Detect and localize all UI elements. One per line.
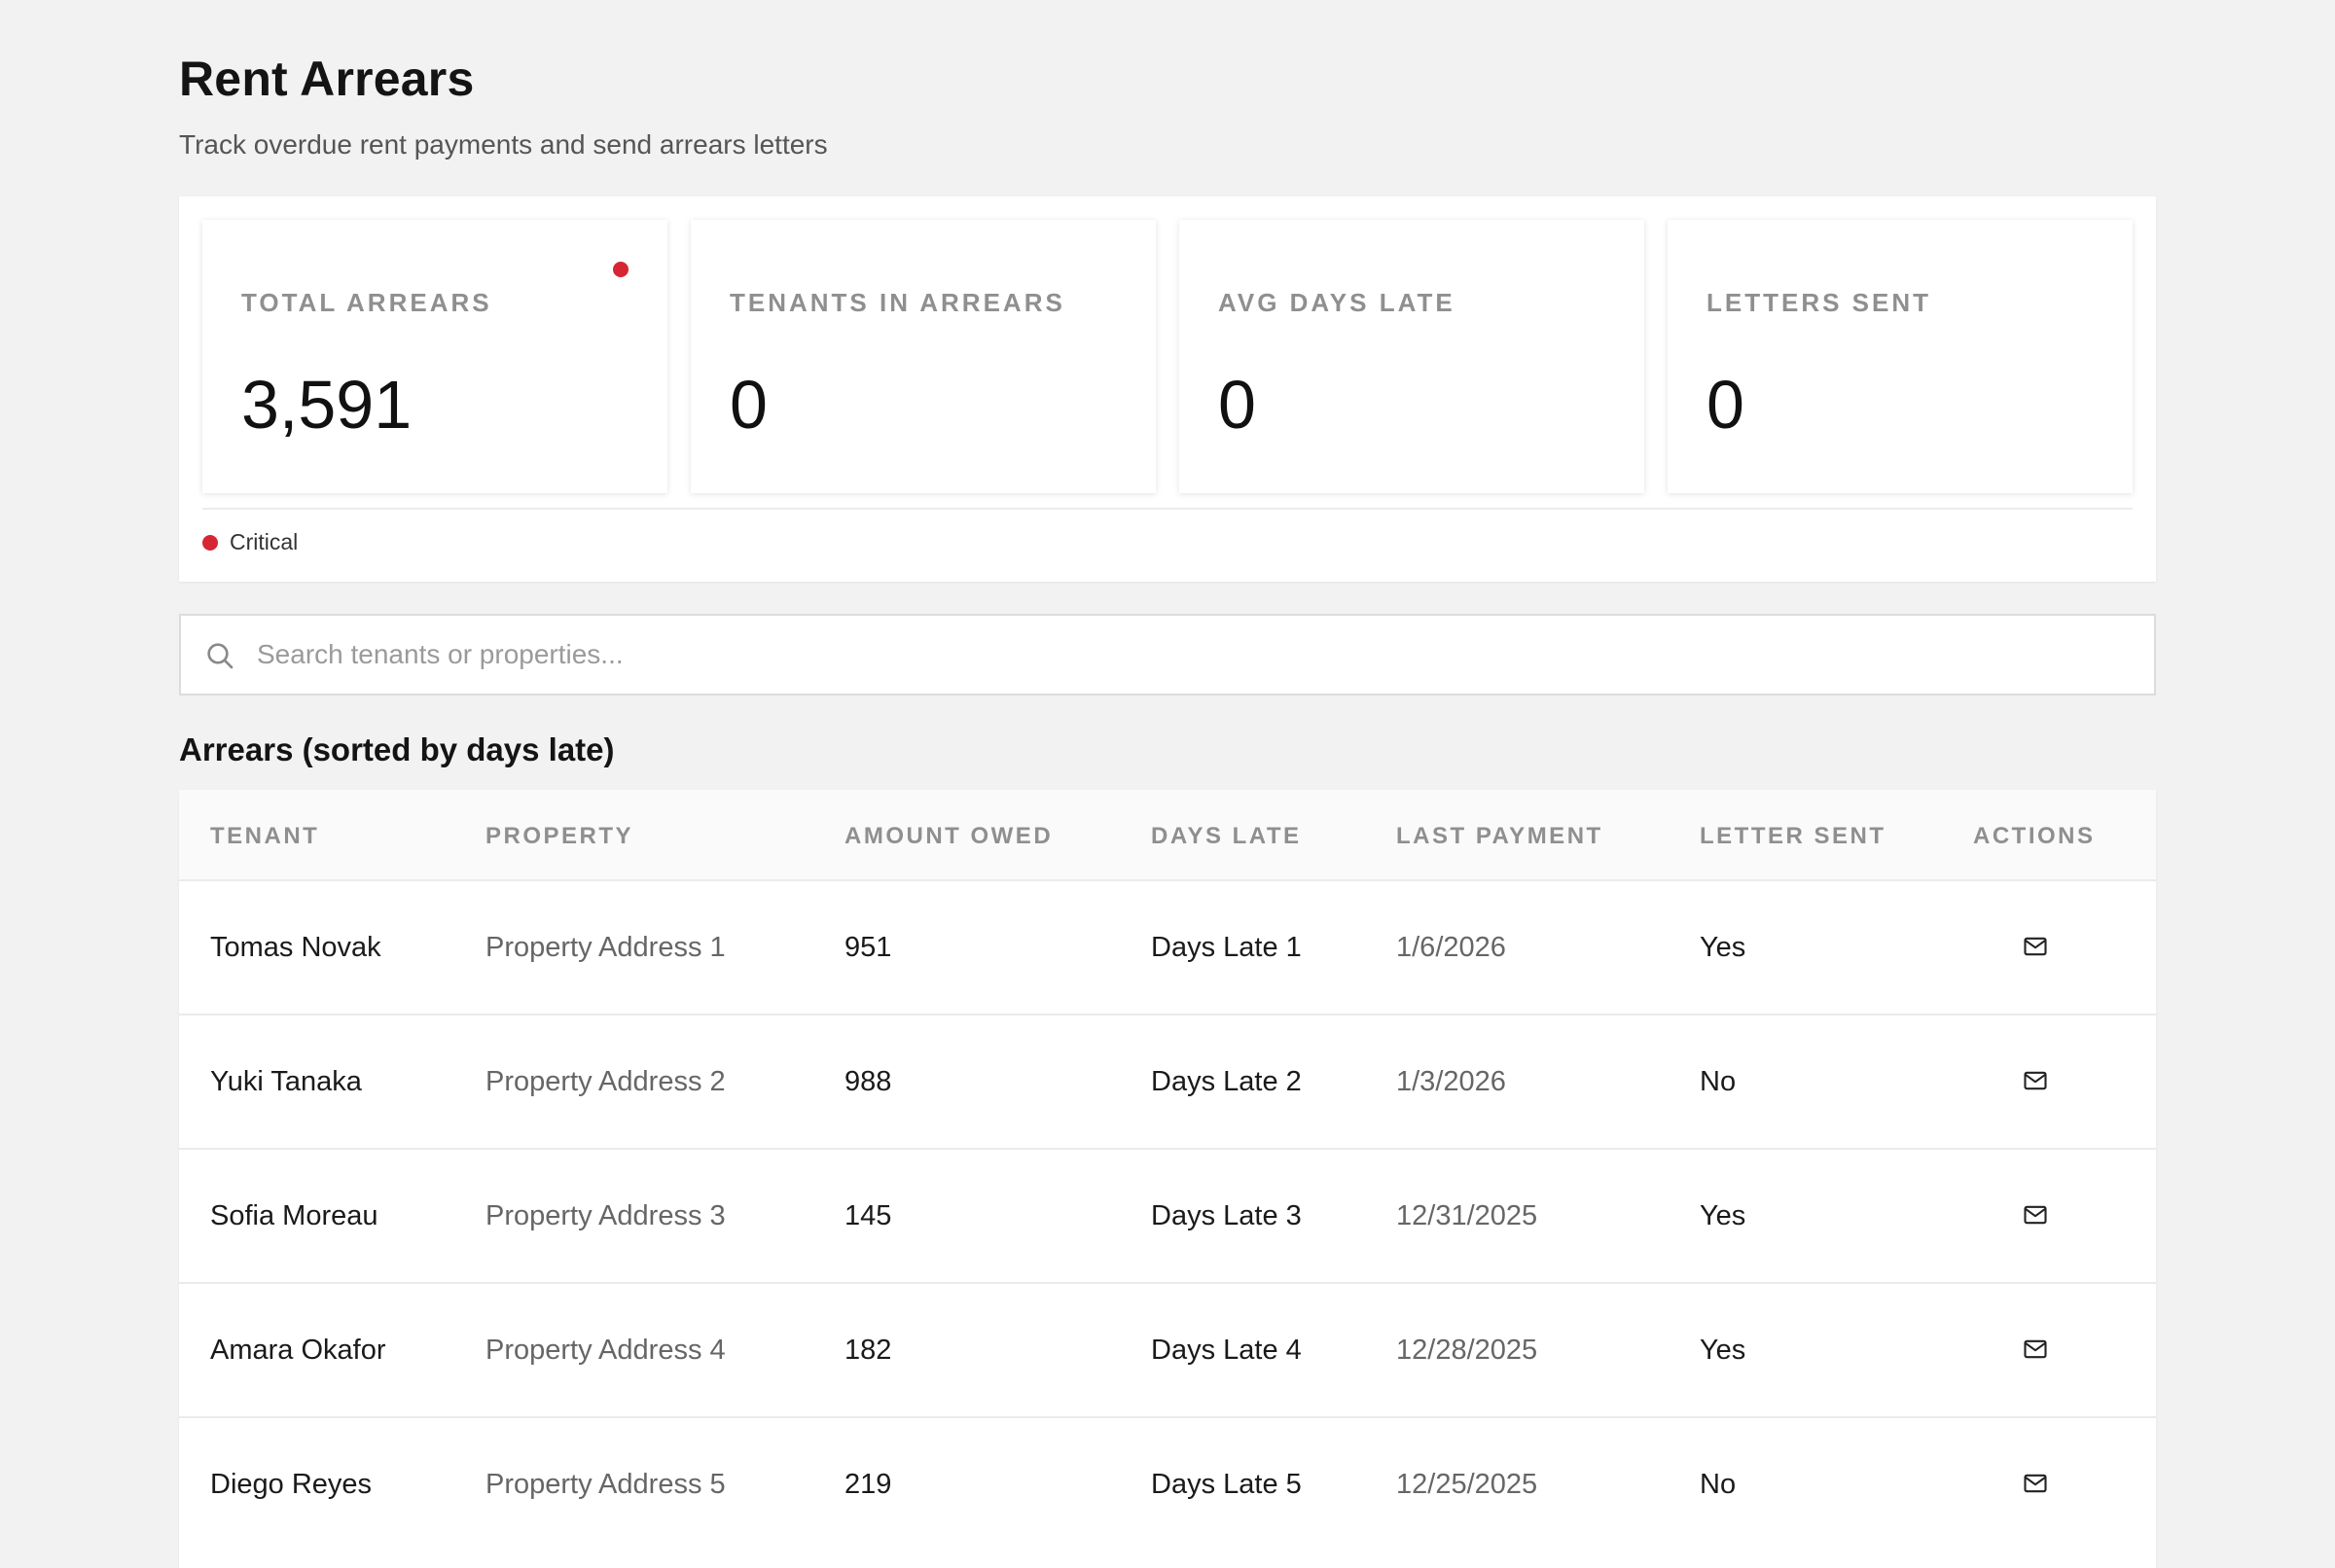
mail-icon (2024, 1071, 2047, 1090)
cell-amount-owed: 219 (844, 1469, 892, 1500)
cell-property: Property Address 5 (485, 1469, 726, 1500)
kpi-label: TOTAL ARREARS (241, 288, 492, 317)
kpi-card-tenants-in-arrears[interactable]: TENANTS IN ARREARS 0 (691, 220, 1156, 493)
cell-property: Property Address 1 (485, 932, 726, 963)
page-subtitle: Track overdue rent payments and send arr… (179, 129, 828, 160)
cell-letter-sent: No (1700, 1469, 1737, 1500)
legend: Critical (202, 529, 298, 555)
cell-last-payment: 1/6/2026 (1396, 932, 1506, 963)
send-letter-button[interactable] (2019, 1198, 2052, 1231)
cell-tenant: Yuki Tanaka (210, 1066, 362, 1097)
cell-days-late: Days Late 3 (1151, 1200, 1302, 1231)
kpi-label: LETTERS SENT (1706, 288, 1932, 317)
kpi-value: 0 (1218, 367, 1256, 443)
cell-amount-owed: 145 (844, 1200, 892, 1231)
search-icon (207, 643, 234, 669)
kpi-value: 3,591 (241, 367, 413, 443)
cell-letter-sent: Yes (1700, 1335, 1746, 1366)
cell-property: Property Address 2 (485, 1066, 726, 1097)
send-letter-button[interactable] (2019, 1333, 2052, 1366)
column-header-amount-owed[interactable]: AMOUNT OWED (844, 823, 1053, 850)
cell-amount-owed: 182 (844, 1335, 892, 1366)
table-row[interactable]: Yuki Tanaka Property Address 2 988 Days … (179, 1014, 2156, 1148)
send-letter-button[interactable] (2019, 1064, 2052, 1097)
cell-last-payment: 12/28/2025 (1396, 1335, 1538, 1366)
cell-tenant: Sofia Moreau (210, 1200, 378, 1231)
table-row[interactable]: Diego Reyes Property Address 5 219 Days … (179, 1416, 2156, 1550)
column-header-days-late[interactable]: DAYS LATE (1151, 823, 1302, 850)
cell-last-payment: 1/3/2026 (1396, 1066, 1506, 1097)
mail-icon (2024, 1339, 2047, 1359)
cell-tenant: Amara Okafor (210, 1335, 386, 1366)
mail-icon (2024, 1474, 2047, 1493)
kpi-card-letters-sent[interactable]: LETTERS SENT 0 (1668, 220, 2133, 493)
mail-icon (2024, 937, 2047, 956)
cell-letter-sent: No (1700, 1066, 1737, 1097)
cell-property: Property Address 4 (485, 1335, 726, 1366)
column-header-last-payment[interactable]: LAST PAYMENT (1396, 823, 1603, 850)
send-letter-button[interactable] (2019, 930, 2052, 963)
column-header-letter-sent[interactable]: LETTER SENT (1700, 823, 1886, 850)
kpi-value: 0 (730, 367, 768, 443)
column-header-tenant[interactable]: TENANT (210, 823, 319, 850)
search-box (179, 614, 2156, 695)
cell-amount-owed: 988 (844, 1066, 892, 1097)
cell-last-payment: 12/25/2025 (1396, 1469, 1538, 1500)
page-title: Rent Arrears (179, 52, 475, 106)
cell-days-late: Days Late 1 (1151, 932, 1302, 963)
kpi-panel: TOTAL ARREARS 3,591 TENANTS IN ARREARS 0… (179, 196, 2156, 582)
critical-legend-dot (202, 534, 218, 551)
table-header: TENANT PROPERTY AMOUNT OWED DAYS LATE LA… (179, 790, 2156, 879)
cell-days-late: Days Late 2 (1151, 1066, 1302, 1097)
cell-days-late: Days Late 5 (1151, 1469, 1302, 1500)
table-row[interactable]: Sofia Moreau Property Address 3 145 Days… (179, 1148, 2156, 1282)
cell-last-payment: 12/31/2025 (1396, 1200, 1538, 1231)
table-row[interactable]: Tomas Novak Property Address 1 951 Days … (179, 879, 2156, 1014)
kpi-value: 0 (1706, 367, 1744, 443)
kpi-card-total-arrears[interactable]: TOTAL ARREARS 3,591 (202, 220, 667, 493)
divider (202, 508, 2133, 510)
arrears-table: TENANT PROPERTY AMOUNT OWED DAYS LATE LA… (179, 790, 2156, 1568)
send-letter-button[interactable] (2019, 1467, 2052, 1500)
column-header-property[interactable]: PROPERTY (485, 823, 633, 850)
critical-indicator-dot (613, 262, 629, 277)
mail-icon (2024, 1205, 2047, 1225)
search-input[interactable] (257, 629, 2105, 680)
kpi-label: AVG DAYS LATE (1218, 288, 1455, 317)
legend-label-critical: Critical (230, 529, 299, 554)
cell-tenant: Diego Reyes (210, 1469, 373, 1500)
table-row[interactable]: Amara Okafor Property Address 4 182 Days… (179, 1282, 2156, 1416)
cell-tenant: Tomas Novak (210, 932, 381, 963)
kpi-label: TENANTS IN ARREARS (730, 288, 1065, 317)
section-title: Arrears (sorted by days late) (179, 731, 615, 767)
kpi-card-avg-days-late[interactable]: AVG DAYS LATE 0 (1179, 220, 1644, 493)
cell-property: Property Address 3 (485, 1200, 726, 1231)
cell-letter-sent: Yes (1700, 932, 1746, 963)
cell-amount-owed: 951 (844, 932, 892, 963)
cell-letter-sent: Yes (1700, 1200, 1746, 1231)
cell-days-late: Days Late 4 (1151, 1335, 1302, 1366)
column-header-actions: ACTIONS (1973, 823, 2096, 849)
